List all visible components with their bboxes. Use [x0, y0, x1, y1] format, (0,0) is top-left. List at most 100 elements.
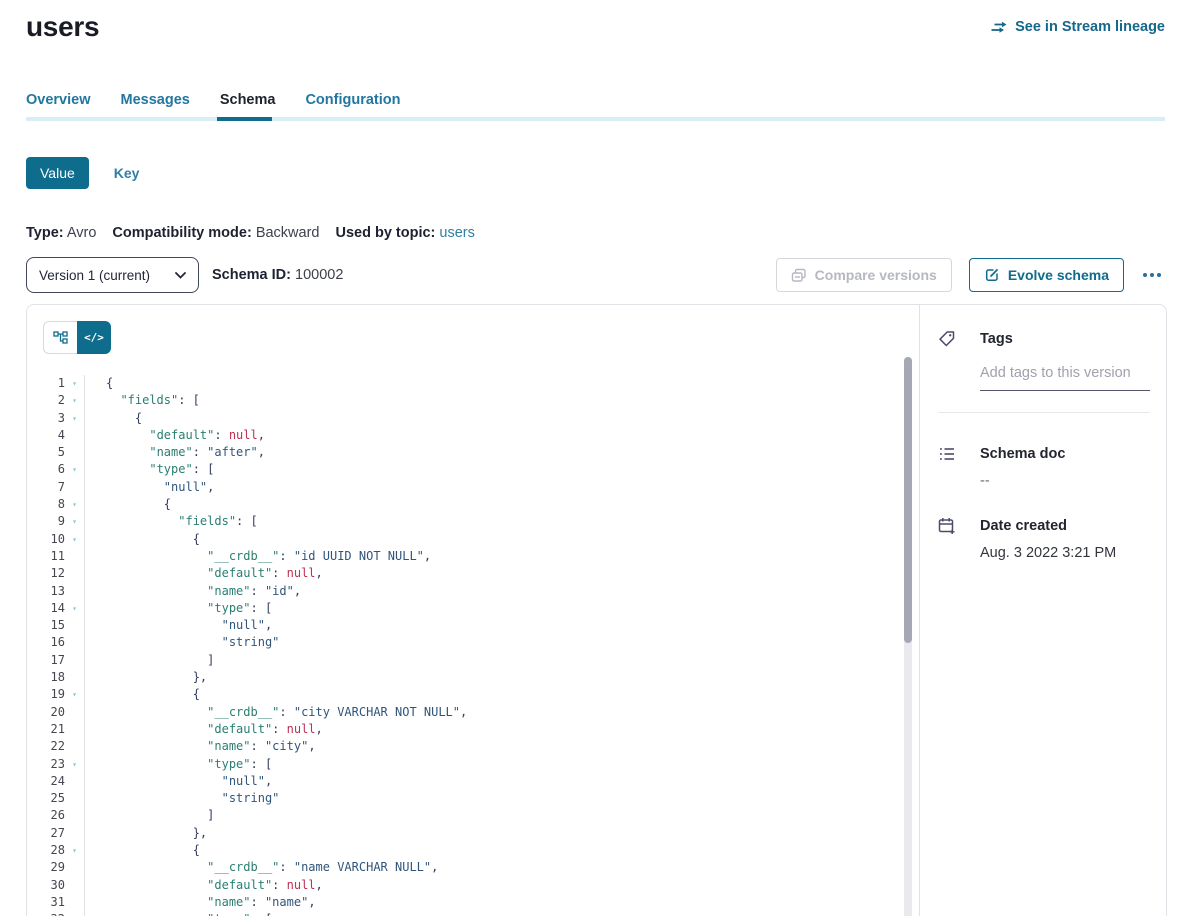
code-line: 7"null",: [27, 479, 919, 496]
code-line: 10▾{: [27, 531, 919, 548]
line-number: 16: [27, 634, 65, 651]
fold-arrow-icon[interactable]: ▾: [65, 531, 85, 548]
fold-spacer: [65, 427, 85, 444]
fold-spacer: [65, 583, 85, 600]
fold-arrow-icon[interactable]: ▾: [65, 375, 85, 392]
code-text: {: [85, 410, 142, 427]
more-options-button[interactable]: [1139, 267, 1165, 283]
line-number: 29: [27, 859, 65, 876]
code-line: 29"__crdb__": "name VARCHAR NULL",: [27, 859, 919, 876]
code-line: 28▾{: [27, 842, 919, 859]
code-text: ]: [85, 652, 214, 669]
code-line: 16 "string": [27, 634, 919, 651]
code-scrollbar-thumb[interactable]: [904, 357, 912, 643]
evolve-schema-button[interactable]: Evolve schema: [969, 258, 1124, 292]
add-tags-input[interactable]: [980, 365, 1150, 391]
code-text: "name": "id",: [85, 583, 301, 600]
version-bar: Version 1 (current) Schema ID: 100002 Co…: [26, 257, 1165, 293]
code-text: {: [85, 496, 171, 513]
fold-arrow-icon[interactable]: ▾: [65, 513, 85, 530]
key-toggle-button[interactable]: Key: [114, 165, 140, 181]
topic-link[interactable]: users: [439, 225, 474, 241]
tab-active-indicator: [217, 117, 272, 121]
fold-spacer: [65, 652, 85, 669]
tab-configuration[interactable]: Configuration: [305, 92, 400, 108]
version-select-value: Version 1 (current): [39, 268, 150, 283]
list-icon: [938, 445, 956, 463]
fold-arrow-icon[interactable]: ▾: [65, 686, 85, 703]
code-line: 30"default": null,: [27, 877, 919, 894]
code-line: 20"__crdb__": "city VARCHAR NOT NULL",: [27, 704, 919, 721]
version-select[interactable]: Version 1 (current): [26, 257, 199, 293]
fold-arrow-icon[interactable]: ▾: [65, 911, 85, 916]
tab-overview[interactable]: Overview: [26, 92, 91, 108]
code-view-button[interactable]: </>: [77, 321, 111, 354]
fold-spacer: [65, 548, 85, 565]
tab-schema[interactable]: Schema: [220, 92, 276, 108]
code-text: "default": null,: [85, 565, 323, 582]
code-line: 31"name": "name",: [27, 894, 919, 911]
code-lines: 1▾{2▾"fields": [3▾{4"default": null,5"na…: [27, 375, 919, 916]
line-number: 8: [27, 496, 65, 513]
code-text: "name": "name",: [85, 894, 316, 911]
fold-arrow-icon[interactable]: ▾: [65, 600, 85, 617]
fold-spacer: [65, 479, 85, 496]
code-line: 19▾{: [27, 686, 919, 703]
compare-versions-button[interactable]: Compare versions: [776, 258, 952, 292]
fold-spacer: [65, 894, 85, 911]
code-text: "name": "city",: [85, 738, 316, 755]
stream-lineage-label: See in Stream lineage: [1015, 19, 1165, 35]
line-number: 3: [27, 410, 65, 427]
schema-doc-section: Schema doc --: [938, 445, 1150, 490]
line-number: 17: [27, 652, 65, 669]
value-toggle-button[interactable]: Value: [26, 157, 89, 189]
code-line: 15"null",: [27, 617, 919, 634]
fold-arrow-icon[interactable]: ▾: [65, 496, 85, 513]
code-line: 22"name": "city",: [27, 738, 919, 755]
code-text: ]: [85, 807, 214, 824]
fold-spacer: [65, 859, 85, 876]
code-scrollbar-track[interactable]: [904, 357, 912, 916]
tag-icon: [938, 330, 956, 348]
code-line: 2▾"fields": [: [27, 392, 919, 409]
code-text: "null",: [85, 773, 272, 790]
schema-doc-heading: Schema doc: [980, 445, 1150, 463]
compare-versions-icon: [791, 268, 807, 283]
code-text: "null",: [85, 479, 214, 496]
stream-lineage-link[interactable]: See in Stream lineage: [990, 19, 1165, 35]
code-text: {: [85, 375, 113, 392]
fold-spacer: [65, 704, 85, 721]
code-line: 12 "default": null,: [27, 565, 919, 582]
fold-arrow-icon[interactable]: ▾: [65, 842, 85, 859]
code-line: 27},: [27, 825, 919, 842]
fold-spacer: [65, 617, 85, 634]
line-number: 12: [27, 565, 65, 582]
fold-arrow-icon[interactable]: ▾: [65, 392, 85, 409]
tags-heading: Tags: [980, 330, 1150, 348]
tab-underline-track: [26, 117, 1165, 121]
code-text: {: [85, 842, 200, 859]
code-text: "type": [: [85, 911, 272, 916]
fold-arrow-icon[interactable]: ▾: [65, 756, 85, 773]
code-line: 26]: [27, 807, 919, 824]
code-line: 11"__crdb__": "id UUID NOT NULL",: [27, 548, 919, 565]
code-text: "type": [: [85, 756, 272, 773]
tab-messages[interactable]: Messages: [121, 92, 190, 108]
code-text: "string": [85, 634, 279, 651]
date-created-value: Aug. 3 2022 3:21 PM: [980, 544, 1150, 562]
schema-type: Type: Avro: [26, 225, 96, 241]
fold-spacer: [65, 634, 85, 651]
schema-id: Schema ID: 100002: [212, 267, 343, 283]
line-number: 19: [27, 686, 65, 703]
tree-view-button[interactable]: [43, 321, 77, 354]
schema-meta-row: Type: Avro Compatibility mode: Backward …: [26, 225, 1165, 241]
tab-bar: Overview Messages Schema Configuration: [26, 92, 1165, 121]
calendar-plus-icon: [938, 517, 956, 535]
line-number: 13: [27, 583, 65, 600]
code-line: 18},: [27, 669, 919, 686]
fold-arrow-icon[interactable]: ▾: [65, 461, 85, 478]
line-number: 5: [27, 444, 65, 461]
fold-arrow-icon[interactable]: ▾: [65, 410, 85, 427]
page-header: users See in Stream lineage: [26, 10, 1165, 44]
date-created-heading: Date created: [980, 517, 1150, 535]
